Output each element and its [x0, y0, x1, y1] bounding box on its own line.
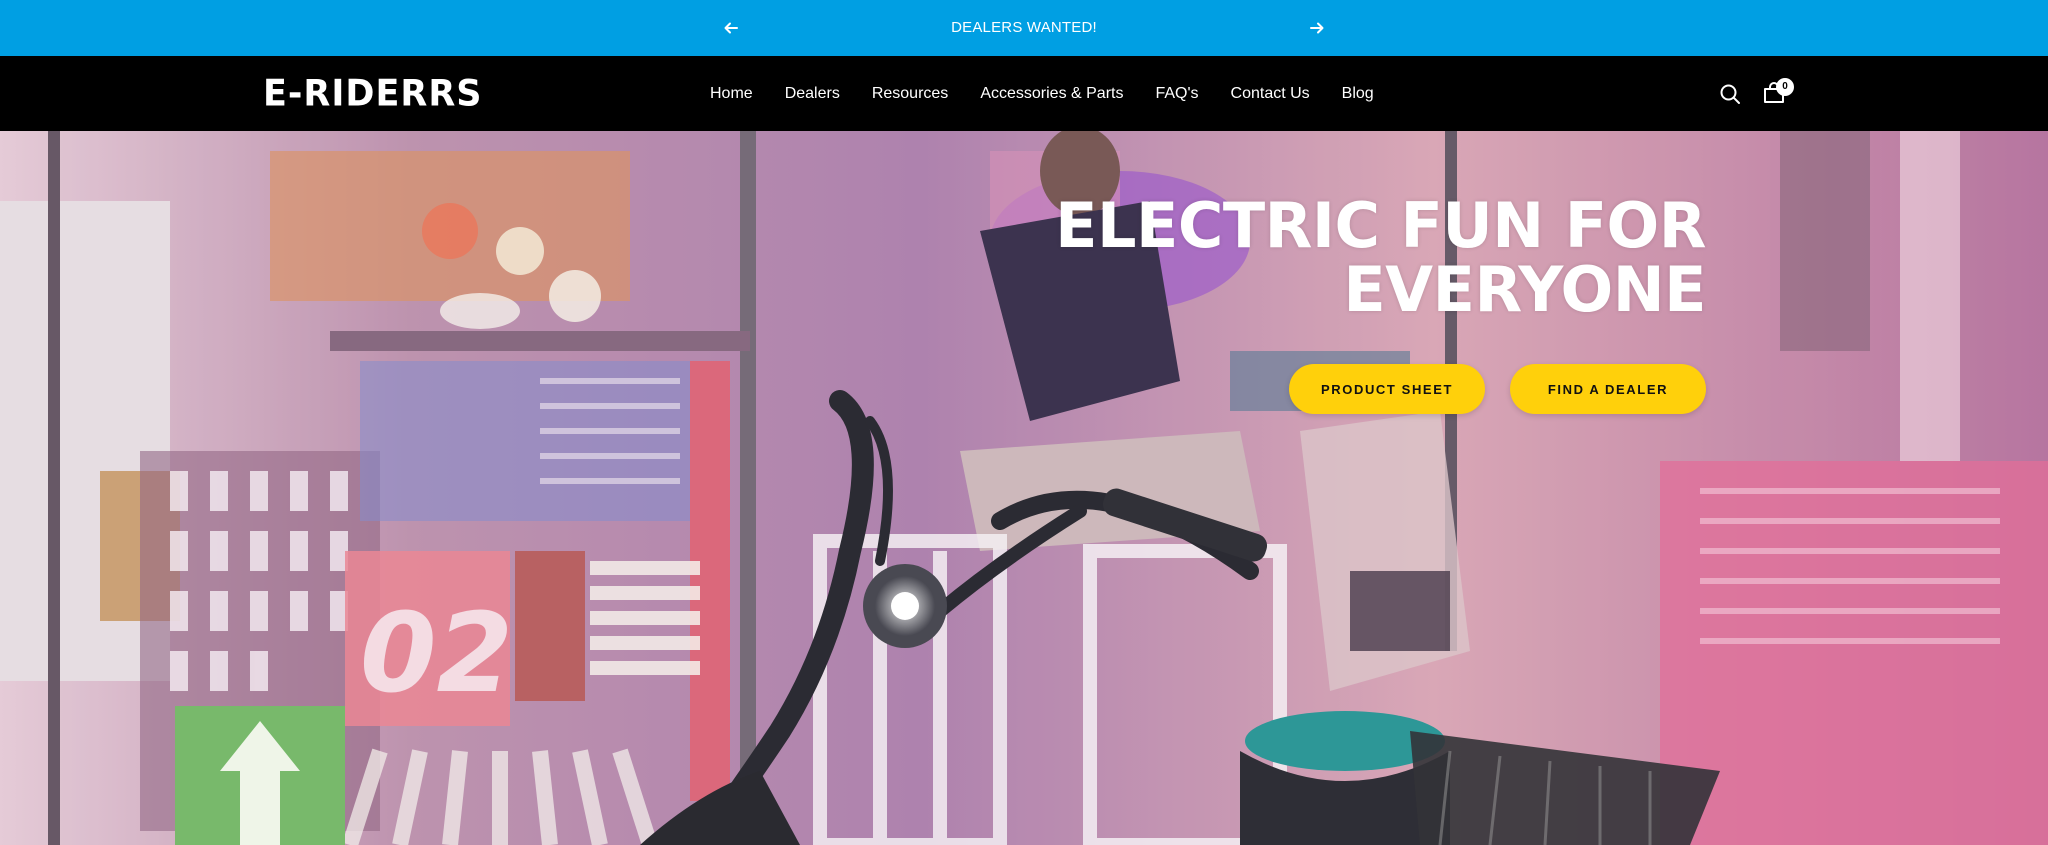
main-nav: Home Dealers Resources Accessories & Par… [710, 56, 1406, 131]
nav-item-dealers[interactable]: Dealers [785, 85, 840, 103]
hero-section: 02 ELECTRIC FUN FOR EVERYONE PRODUCT SHE… [0, 131, 2048, 845]
announcement-next-button[interactable] [1305, 16, 1329, 40]
search-button[interactable] [1719, 83, 1741, 110]
hero-title-line1: ELECTRIC FUN FOR [1055, 189, 1706, 262]
arrow-right-icon [1310, 22, 1324, 34]
nav-item-blog[interactable]: Blog [1342, 85, 1374, 103]
nav-item-home[interactable]: Home [710, 85, 753, 103]
nav-item-accessories-parts[interactable]: Accessories & Parts [980, 85, 1123, 103]
hero-title-line2: EVERYONE [1343, 253, 1706, 326]
announcement-message[interactable]: DEALERS WANTED! [0, 0, 2048, 56]
search-icon [1720, 84, 1740, 104]
hero-image: 02 [0, 131, 2048, 845]
site-header: E-RIDERRS Home Dealers Resources Accesso… [0, 56, 2048, 131]
cart-count-badge: 0 [1776, 78, 1794, 96]
announcement-bar: DEALERS WANTED! [0, 0, 2048, 56]
find-a-dealer-button[interactable]: FIND A DEALER [1510, 364, 1706, 414]
site-logo[interactable]: E-RIDERRS [263, 73, 482, 115]
nav-item-contact-us[interactable]: Contact Us [1231, 85, 1310, 103]
product-sheet-button[interactable]: PRODUCT SHEET [1289, 364, 1485, 414]
hero-title: ELECTRIC FUN FOR EVERYONE [1055, 194, 1706, 322]
nav-item-faqs[interactable]: FAQ's [1155, 85, 1198, 103]
nav-item-resources[interactable]: Resources [872, 85, 948, 103]
